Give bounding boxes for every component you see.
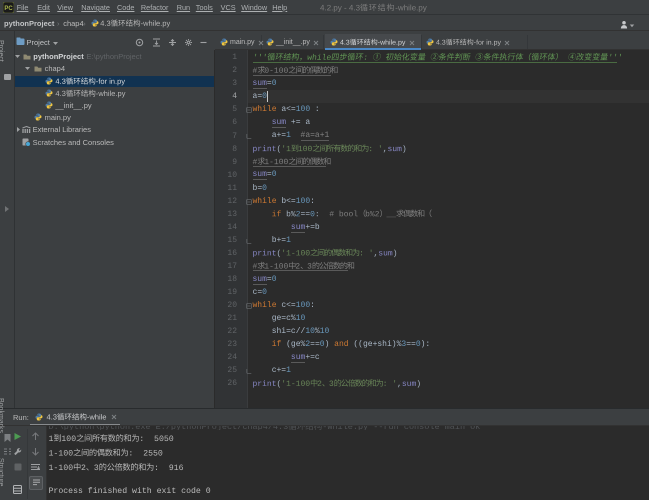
svg-text:PC: PC bbox=[4, 6, 13, 12]
